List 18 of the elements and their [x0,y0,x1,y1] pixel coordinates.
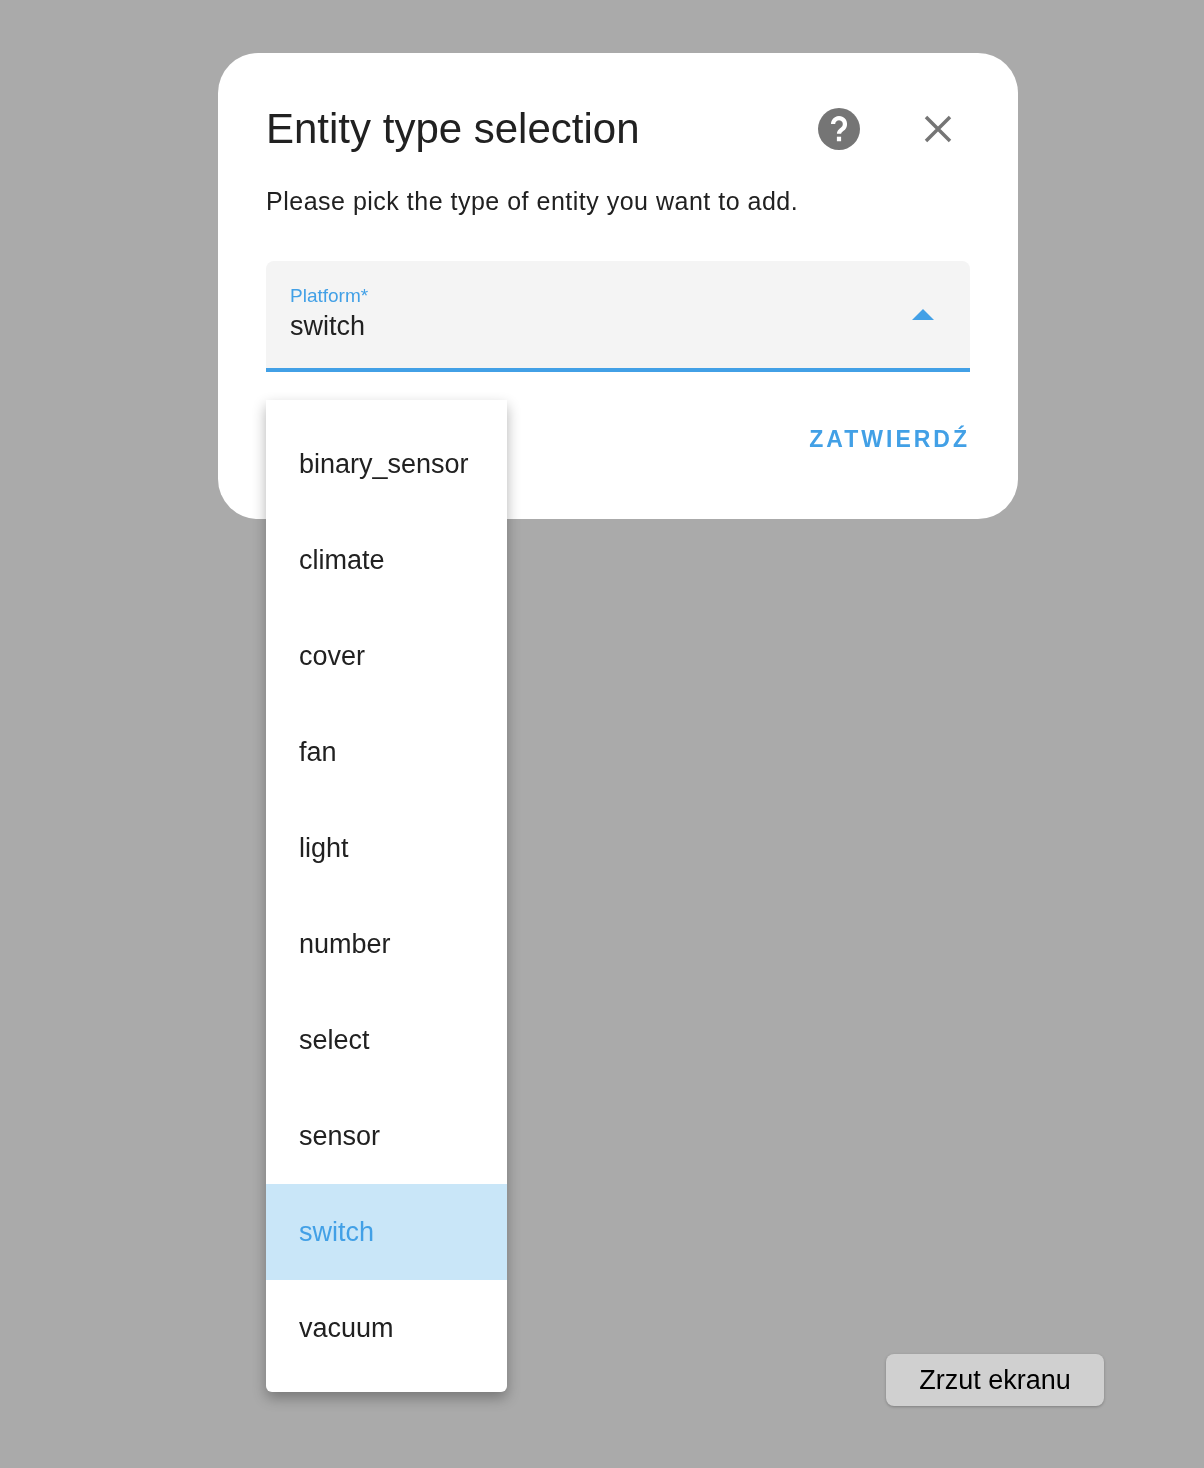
caret-up-icon [912,308,934,320]
close-icon[interactable] [922,113,954,145]
dialog-description: Please pick the type of entity you want to add. [266,186,800,217]
menu-item[interactable]: number [266,896,507,992]
menu-item[interactable]: binary_sensor [266,416,507,512]
menu-item[interactable]: fan [266,704,507,800]
help-icon[interactable] [818,108,860,150]
dialog-title: Entity type selection [266,104,641,154]
menu-item[interactable]: climate [266,512,507,608]
field-value: switch [290,310,366,343]
tooltip: Zrzut ekranu [886,1354,1104,1406]
menu-item[interactable]: cover [266,608,507,704]
field-label: Platform* [290,284,370,308]
menu-item[interactable]: select [266,992,507,1088]
platform-select[interactable]: Platform* switch [266,260,970,372]
menu-item[interactable]: sensor [266,1088,507,1184]
menu-item[interactable]: light [266,800,507,896]
menu-item[interactable]: vacuum [266,1280,507,1376]
